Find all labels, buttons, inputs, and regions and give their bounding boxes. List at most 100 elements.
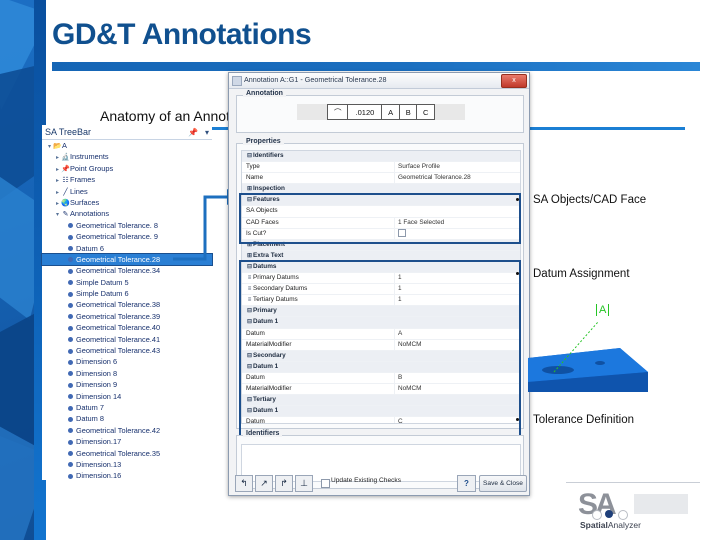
tree-item-label: Dimension 9 xyxy=(76,380,118,390)
tree-item[interactable]: Datum 7 xyxy=(42,402,212,413)
property-value-cell[interactable]: NoMCM xyxy=(394,339,520,350)
tree-item[interactable]: Dimension.13 xyxy=(42,459,212,470)
expander-icon[interactable]: ⊟ xyxy=(246,262,253,272)
leader-line-icon[interactable]: ↗ xyxy=(255,475,273,492)
save-and-close-button[interactable]: Save & Close xyxy=(479,475,527,492)
property-value-cell[interactable]: B xyxy=(394,372,520,383)
property-row[interactable]: Type Surface Profile xyxy=(242,162,520,174)
property-group-row[interactable]: ⊟Datums xyxy=(242,261,520,274)
tree-item[interactable]: Geometrical Tolerance.39 xyxy=(42,311,212,322)
property-row[interactable]: MaterialModifier NoMCM xyxy=(242,383,520,396)
expander-icon[interactable]: ⊟ xyxy=(246,362,253,372)
expander-icon[interactable]: ⊟ xyxy=(246,406,253,416)
tree-category-point-groups[interactable]: ▸ 📌Point Groups xyxy=(42,163,212,174)
is-cut-checkbox[interactable] xyxy=(398,228,406,237)
annotation-dot-icon xyxy=(68,416,73,422)
update-checks-checkbox[interactable] xyxy=(321,479,330,488)
property-group-row[interactable]: ⊟Primary xyxy=(242,306,520,318)
property-group-row[interactable]: ⊞Placement xyxy=(242,239,520,251)
close-icon[interactable]: ▾ xyxy=(205,128,209,137)
perpendicular-icon[interactable]: ⊥ xyxy=(295,475,313,492)
expander-icon[interactable]: ⊞ xyxy=(246,240,253,250)
properties-grid[interactable]: ⊟Identifiers Type Surface Profile Name Geome… xyxy=(241,150,521,424)
expander-icon[interactable]: ≡ xyxy=(246,284,253,294)
tree-item[interactable]: Geometrical Tolerance.41 xyxy=(42,334,212,345)
pin-icon[interactable]: 📌 xyxy=(188,128,198,137)
help-button[interactable]: ? xyxy=(457,475,476,492)
property-key-cell: Is Cut? xyxy=(242,229,396,239)
close-button[interactable]: x xyxy=(501,74,527,88)
property-value-cell[interactable]: 1 xyxy=(394,284,520,295)
property-value-cell[interactable]: 1 xyxy=(394,273,520,284)
property-key: Secondary Datums xyxy=(253,285,308,293)
expander-icon[interactable]: ⊟ xyxy=(246,395,253,405)
property-row[interactable]: ≡ Secondary Datums 1 xyxy=(242,284,520,296)
expander-icon[interactable]: ⊟ xyxy=(246,151,253,161)
expander-icon[interactable]: ⊟ xyxy=(246,317,253,327)
property-key-cell: ≡ Primary Datums xyxy=(242,273,396,283)
property-group-row[interactable]: ⊟Datum 1 xyxy=(242,406,520,418)
tree-item[interactable]: Geometrical Tolerance.42 xyxy=(42,425,212,436)
property-value-cell[interactable]: Surface Profile xyxy=(394,162,520,173)
expander-icon[interactable]: ⊞ xyxy=(246,184,253,194)
property-group-row[interactable]: ⊟Features xyxy=(242,195,520,207)
tree-item[interactable]: Simple Datum 6 xyxy=(42,288,212,299)
tree-item[interactable]: Geometrical Tolerance.43 xyxy=(42,345,212,356)
tree-item[interactable]: Geometrical Tolerance.35 xyxy=(42,448,212,459)
tree-root[interactable]: ▾ 📂A xyxy=(42,140,212,151)
property-row[interactable]: Datum A xyxy=(242,328,520,340)
expander-icon[interactable]: ≡ xyxy=(246,273,253,283)
branch-leader-icon[interactable]: ↱ xyxy=(275,475,293,492)
property-value-cell[interactable]: NoMCM xyxy=(394,383,520,395)
property-value-cell[interactable]: Geometrical Tolerance.28 xyxy=(394,173,520,184)
tree-item[interactable]: Dimension.17 xyxy=(42,436,212,447)
annotation-dot-icon xyxy=(68,234,73,240)
property-group-row[interactable]: ⊟Identifiers xyxy=(242,151,520,163)
tree-item[interactable]: Geometrical Tolerance.38 xyxy=(42,299,212,310)
property-group-row[interactable]: ⊞Extra Text xyxy=(242,250,520,262)
tree-item[interactable]: Datum 8 xyxy=(42,413,212,424)
expander-icon[interactable]: ⊟ xyxy=(246,306,253,316)
property-value-cell[interactable]: A xyxy=(394,328,520,339)
property-value-cell[interactable]: 1 Face Selected xyxy=(394,217,520,228)
expander-icon[interactable]: ⊞ xyxy=(246,251,253,261)
dialog-titlebar[interactable]: Annotation A::G1 - Geometrical Tolerance… xyxy=(229,73,529,89)
property-value-cell[interactable]: 1 xyxy=(394,295,520,306)
tree-item[interactable]: Dimension 8 xyxy=(42,368,212,379)
property-key: Datum 1 xyxy=(253,362,279,370)
property-row[interactable]: ≡ Tertiary Datums 1 xyxy=(242,295,520,307)
property-row[interactable]: SA Objects xyxy=(242,206,520,218)
tree-item[interactable]: Dimension 9 xyxy=(42,379,212,390)
property-value-cell[interactable]: C xyxy=(394,417,520,423)
logo-dot-3 xyxy=(618,510,628,520)
tree-category-instruments[interactable]: ▸ 🔬Instruments xyxy=(42,151,212,162)
property-row[interactable]: CAD Faces 1 Face Selected xyxy=(242,217,520,229)
tree-item[interactable]: Geometrical Tolerance.40 xyxy=(42,322,212,333)
property-row[interactable]: MaterialModifier NoMCM xyxy=(242,339,520,351)
property-key-cell: Datum xyxy=(242,417,396,423)
tree-item[interactable]: Dimension 6 xyxy=(42,356,212,367)
property-group-row[interactable]: ⊞Inspection xyxy=(242,184,520,196)
property-key-cell: ⊟Primary xyxy=(242,306,396,316)
expander-icon[interactable]: ⊟ xyxy=(246,195,253,205)
property-key-cell: ≡ Secondary Datums xyxy=(242,284,396,294)
property-row[interactable]: Datum B xyxy=(242,372,520,384)
property-row[interactable]: Datum C xyxy=(242,417,520,423)
property-row[interactable]: Is Cut? xyxy=(242,228,520,240)
property-group-row[interactable]: ⊟Secondary xyxy=(242,350,520,362)
property-row[interactable]: ≡ Primary Datums 1 xyxy=(242,273,520,285)
expander-icon[interactable]: ⊟ xyxy=(246,351,253,361)
leader-arrow-icon[interactable]: ↰ xyxy=(235,475,253,492)
tree-item-label: Geometrical Tolerance.28 xyxy=(76,254,161,264)
tree-item[interactable]: Geometrical Tolerance.34 xyxy=(42,265,212,276)
property-group-row[interactable]: ⊟Tertiary xyxy=(242,395,520,407)
property-group-row[interactable]: ⊟Datum 1 xyxy=(242,317,520,329)
tree-item[interactable]: Dimension 14 xyxy=(42,391,212,402)
tree-item[interactable]: Dimension.16 xyxy=(42,470,212,481)
property-value-cell[interactable] xyxy=(394,228,520,239)
property-group-row[interactable]: ⊟Datum 1 xyxy=(242,361,520,373)
feature-control-frame[interactable]: ⌒ .0120 A B C xyxy=(297,104,466,120)
property-row[interactable]: Name Geometrical Tolerance.28 xyxy=(242,173,520,185)
expander-icon[interactable]: ≡ xyxy=(246,295,253,305)
tree-item[interactable]: Simple Datum 5 xyxy=(42,277,212,288)
